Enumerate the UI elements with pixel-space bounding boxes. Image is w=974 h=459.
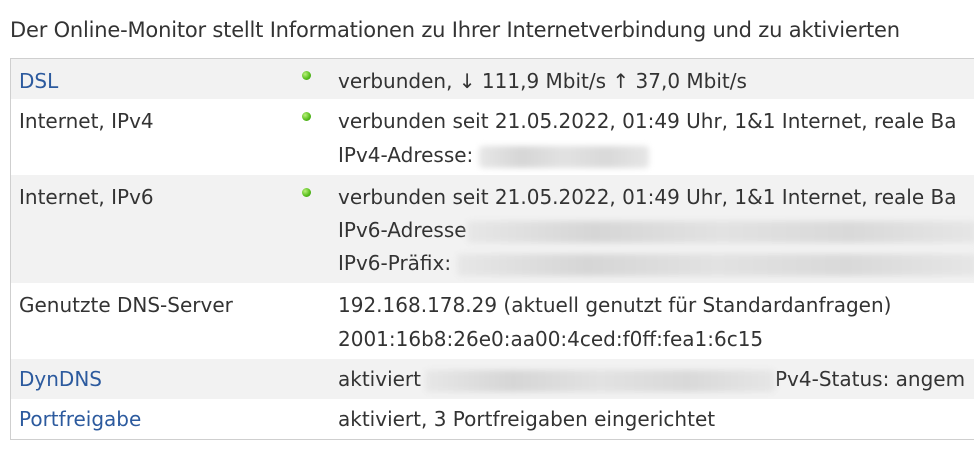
dsl-link[interactable]: DSL	[19, 69, 58, 93]
redacted-ipv4-address	[479, 145, 650, 168]
row-internet-ipv4: Internet, IPv4 verbunden seit 21.05.2022…	[11, 99, 974, 175]
dns-server-ipv6: 2001:16b8:26e0:aa00:4ced:f0ff:fea1:6c15	[338, 327, 764, 351]
dns-label: Genutzte DNS-Server	[19, 293, 233, 317]
portfreigabe-link[interactable]: Portfreigabe	[19, 407, 141, 431]
redacted-ipv6-address	[466, 220, 974, 243]
row-portfreigabe: Portfreigabe aktiviert, 3 Portfreigaben …	[11, 399, 974, 440]
status-ok-icon	[302, 112, 311, 121]
dns-server-ipv4: 192.168.178.29 (aktuell genutzt für Stan…	[338, 293, 892, 317]
status-ok-icon	[302, 188, 311, 197]
row-dsl: DSL verbunden, ↓ 111,9 Mbit/s ↑ 37,0 Mbi…	[11, 59, 974, 99]
row-internet-ipv6: Internet, IPv6 verbunden seit 21.05.2022…	[11, 175, 974, 283]
ipv4-label: Internet, IPv4	[19, 109, 154, 133]
dyndns-status: aktiviert Pv4-Status: angem	[338, 367, 966, 392]
status-ok-icon	[302, 71, 311, 80]
online-monitor-table: DSL verbunden, ↓ 111,9 Mbit/s ↑ 37,0 Mbi…	[10, 58, 974, 440]
dsl-status: verbunden, ↓ 111,9 Mbit/s ↑ 37,0 Mbit/s	[338, 69, 747, 93]
ipv4-connection-info: verbunden seit 21.05.2022, 01:49 Uhr, 1&…	[338, 109, 957, 133]
ipv4-address-label: IPv4-Adresse:	[338, 143, 650, 168]
redacted-ipv6-prefix	[457, 253, 974, 276]
ipv6-address-label: IPv6-Adresse	[338, 218, 974, 243]
intro-text: Der Online-Monitor stellt Informationen …	[10, 18, 900, 42]
ipv6-label: Internet, IPv6	[19, 185, 154, 209]
row-dyndns: DynDNS aktiviert Pv4-Status: angem	[11, 359, 974, 399]
ipv6-connection-info: verbunden seit 21.05.2022, 01:49 Uhr, 1&…	[338, 185, 957, 209]
portfreigabe-status: aktiviert, 3 Portfreigaben eingerichtet	[338, 407, 716, 431]
row-dns-server: Genutzte DNS-Server 192.168.178.29 (aktu…	[11, 283, 974, 359]
ipv6-prefix-label: IPv6-Präfix:	[338, 251, 974, 276]
dyndns-link[interactable]: DynDNS	[19, 367, 102, 391]
redacted-dyndns-domain	[425, 369, 775, 392]
